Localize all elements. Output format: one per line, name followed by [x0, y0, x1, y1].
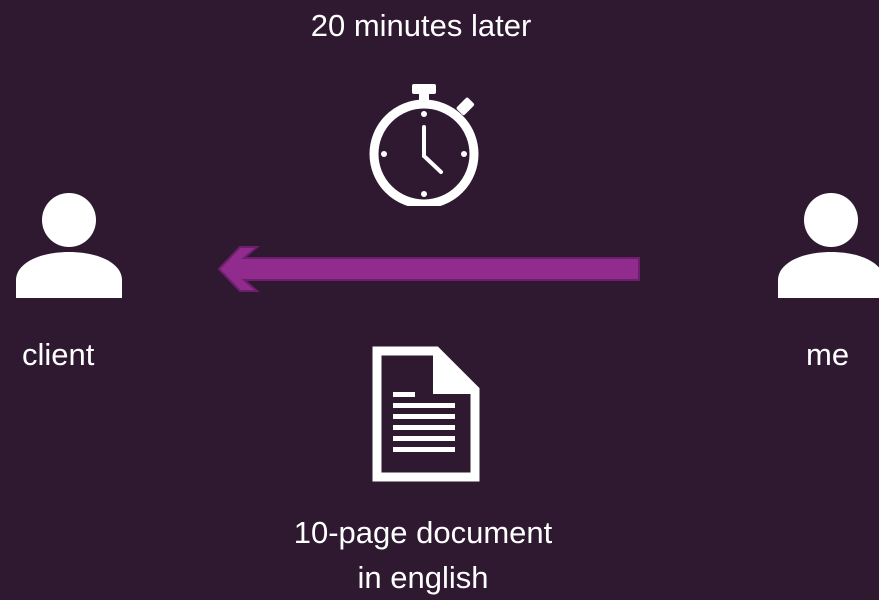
document-caption: 10-page document in english: [0, 510, 846, 600]
stopwatch-icon: [369, 84, 479, 206]
diagram-title: 20 minutes later: [310, 8, 532, 43]
left-arrow-icon: [218, 246, 640, 292]
document-caption-line-2: in english: [357, 560, 489, 595]
document-caption-line-1: 10-page document: [293, 515, 553, 550]
me-label: me: [806, 337, 850, 372]
client-person-icon: [16, 193, 122, 298]
me-person-icon: [778, 193, 879, 298]
document-icon: [372, 346, 480, 482]
client-label: client: [22, 337, 95, 372]
